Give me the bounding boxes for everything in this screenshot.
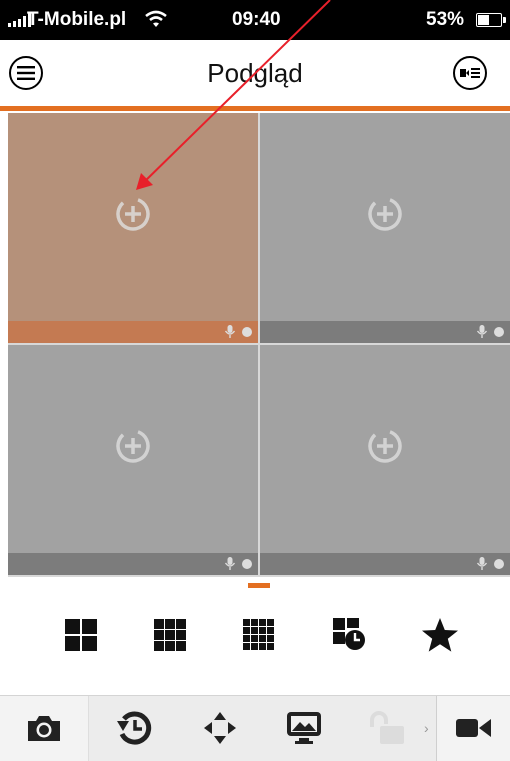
- carrier-name: T-Mobile.pl: [27, 9, 127, 30]
- image-quality-button[interactable]: [282, 706, 326, 750]
- layout-4-button[interactable]: [59, 613, 103, 657]
- record-button[interactable]: [452, 706, 496, 750]
- playback-layout-icon: [333, 618, 365, 650]
- favorites-star-icon: [422, 618, 458, 652]
- layout-16-button[interactable]: [237, 613, 281, 657]
- layout-16-icon: [243, 619, 274, 650]
- snapshot-camera-icon: [28, 716, 60, 741]
- add-camera-icon[interactable]: [114, 427, 152, 465]
- ptz-button[interactable]: [198, 706, 242, 750]
- record-dot-icon: [242, 327, 252, 337]
- camera-tile-2[interactable]: [260, 113, 510, 343]
- status-bar: T-Mobile.pl 09:40 53%: [0, 0, 510, 40]
- layout-9-button[interactable]: [148, 613, 192, 657]
- playback-layout-button[interactable]: [328, 613, 372, 657]
- favorites-button[interactable]: [418, 613, 462, 657]
- playback-button[interactable]: [112, 706, 156, 750]
- layout-toolbar: [0, 605, 510, 665]
- bottom-toolbar: ›: [0, 695, 510, 761]
- add-camera-icon[interactable]: [114, 195, 152, 233]
- channel-list-button[interactable]: [453, 56, 487, 90]
- add-camera-icon[interactable]: [366, 195, 404, 233]
- snapshot-button[interactable]: [22, 706, 66, 750]
- wifi-icon: [144, 9, 168, 35]
- record-dot-icon: [242, 559, 252, 569]
- add-camera-icon[interactable]: [366, 427, 404, 465]
- microphone-icon: [476, 325, 488, 338]
- microphone-icon: [224, 325, 236, 338]
- clock: 09:40: [232, 9, 281, 30]
- unlock-icon: [370, 711, 404, 744]
- record-video-icon: [456, 719, 491, 737]
- record-dot-icon: [494, 327, 504, 337]
- layout-4-icon: [65, 619, 97, 651]
- page-title: Podgląd: [207, 58, 303, 88]
- unlock-button[interactable]: [364, 706, 408, 750]
- microphone-icon: [476, 557, 488, 570]
- camera-grid: [8, 113, 510, 577]
- header: Podgląd: [0, 40, 510, 106]
- battery-percentage: 53%: [426, 9, 465, 30]
- tile-status-bar: [260, 553, 510, 575]
- ptz-arrows-icon: [204, 712, 236, 744]
- header-accent-line: [0, 106, 510, 111]
- tile-status-bar: [8, 321, 258, 343]
- record-dot-icon: [494, 559, 504, 569]
- microphone-icon: [224, 557, 236, 570]
- camera-tile-1[interactable]: [8, 113, 258, 343]
- page-indicator: [248, 583, 270, 588]
- battery-icon: [476, 13, 506, 27]
- image-quality-icon: [287, 712, 321, 744]
- tile-status-bar: [8, 553, 258, 575]
- camera-list-icon: [460, 68, 480, 78]
- camera-tile-3[interactable]: [8, 345, 258, 575]
- playback-icon: [117, 711, 152, 745]
- tile-status-bar: [260, 321, 510, 343]
- layout-9-icon: [154, 619, 186, 651]
- chevron-right-icon[interactable]: ›: [424, 720, 429, 736]
- camera-tile-4[interactable]: [260, 345, 510, 575]
